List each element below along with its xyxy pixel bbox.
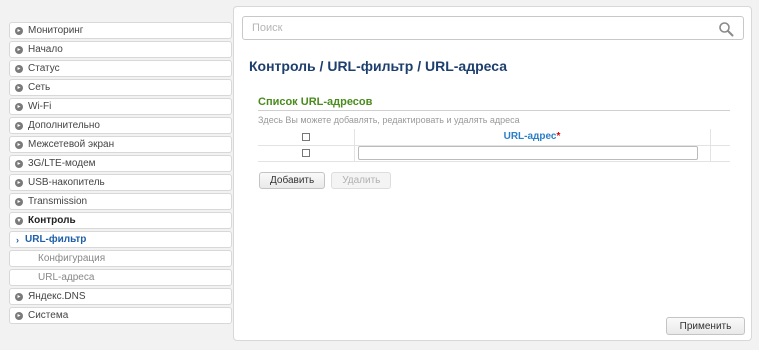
section-title: Список URL-адресов [258,96,730,111]
sidebar-item-wifi[interactable]: ▸ Wi-Fi [9,98,232,115]
sidebar-item-label: Конфигурация [38,253,106,264]
sidebar-item-firewall[interactable]: ▸ Межсетевой экран [9,136,232,153]
sidebar-item-url-filter[interactable]: › URL-фильтр [9,231,232,248]
sidebar-item-label: Яндекс.DNS [28,291,86,302]
sidebar-item-control[interactable]: ▾ Контроль [9,212,232,229]
sidebar-item-label: Дополнительно [28,120,100,131]
sidebar-item-label: URL-адреса [38,272,95,283]
sidebar-item-configuration[interactable]: Конфигурация [9,250,232,267]
chevron-right-icon: ▸ [15,140,23,149]
search-icon[interactable] [718,21,734,37]
chevron-right-icon: ▸ [15,26,23,35]
url-cell [354,145,710,162]
sidebar-item-yandex-dns[interactable]: ▸ Яндекс.DNS [9,288,232,305]
chevron-right-icon: ▸ [15,64,23,73]
table-header-row: URL-адрес* [258,129,730,146]
table-row [258,145,730,162]
search-input[interactable] [242,16,744,40]
select-all-checkbox[interactable] [301,132,310,141]
sidebar-item-label: Wi-Fi [28,101,52,112]
sidebar-item-usb-storage[interactable]: ▸ USB-накопитель [9,174,232,191]
sidebar-item-transmission[interactable]: ▸ Transmission [9,193,232,210]
sidebar-item-label: Контроль [28,215,76,226]
add-button[interactable]: Добавить [259,172,326,189]
url-list-section: Список URL-адресов Здесь Вы можете добав… [258,96,730,162]
main-panel: Контроль / URL-фильтр / URL-адреса Списо… [233,6,752,341]
page-title: Контроль / URL-фильтр / URL-адреса [249,58,507,74]
sidebar-item-label: Начало [28,44,63,55]
chevron-right-icon: ▸ [15,121,23,130]
sidebar-nav: ▸ Мониторинг ▸ Начало ▸ Статус ▸ Сеть ▸ … [9,22,232,326]
sidebar-item-label: Межсетевой экран [28,139,115,150]
required-mark: * [556,131,561,143]
sidebar-item-label: Статус [28,63,60,74]
chevron-right-icon: ▸ [15,45,23,54]
chevron-right-icon: ▸ [15,159,23,168]
apply-button[interactable]: Применить [666,317,745,335]
sidebar-item-start[interactable]: ▸ Начало [9,41,232,58]
chevron-right-icon: ▸ [15,178,23,187]
row-checkbox-cell [258,145,355,162]
sidebar-item-label: 3G/LTE-модем [28,158,96,169]
select-all-cell [258,129,355,146]
sidebar-item-network[interactable]: ▸ Сеть [9,79,232,96]
sidebar-item-label: Система [28,310,69,321]
sidebar-item-monitoring[interactable]: ▸ Мониторинг [9,22,232,39]
sidebar-item-label: USB-накопитель [28,177,105,188]
sidebar-item-label: URL-фильтр [25,234,87,245]
sidebar-item-label: Сеть [28,82,51,93]
url-column-header: URL-адрес* [354,129,710,146]
section-description: Здесь Вы можете добавлять, редактировать… [258,115,520,125]
url-input[interactable] [357,146,698,160]
sidebar-item-advanced[interactable]: ▸ Дополнительно [9,117,232,134]
sidebar-item-3g-lte-modem[interactable]: ▸ 3G/LTE-модем [9,155,232,172]
url-column-header-label: URL-адрес [503,131,557,143]
chevron-right-icon: ▸ [15,197,23,206]
sidebar-item-label: Мониторинг [28,25,84,36]
table-actions: Добавить Удалить [259,172,392,189]
chevron-right-icon: ▸ [15,102,23,111]
sidebar-item-status[interactable]: ▸ Статус [9,60,232,77]
sidebar-item-system[interactable]: ▸ Система [9,307,232,324]
row-checkbox[interactable] [301,148,310,157]
delete-button[interactable]: Удалить [331,172,392,189]
sidebar-item-url-addresses[interactable]: URL-адреса [9,269,232,286]
chevron-right-icon: ▸ [15,83,23,92]
row-end-cell [709,145,730,162]
arrow-right-icon: › [16,234,19,245]
chevron-right-icon: ▸ [15,292,23,301]
header-end-cell [709,129,730,146]
url-table: URL-адрес* [258,129,730,162]
sidebar-item-label: Transmission [28,196,88,207]
chevron-down-icon: ▾ [15,216,23,225]
chevron-right-icon: ▸ [15,311,23,320]
